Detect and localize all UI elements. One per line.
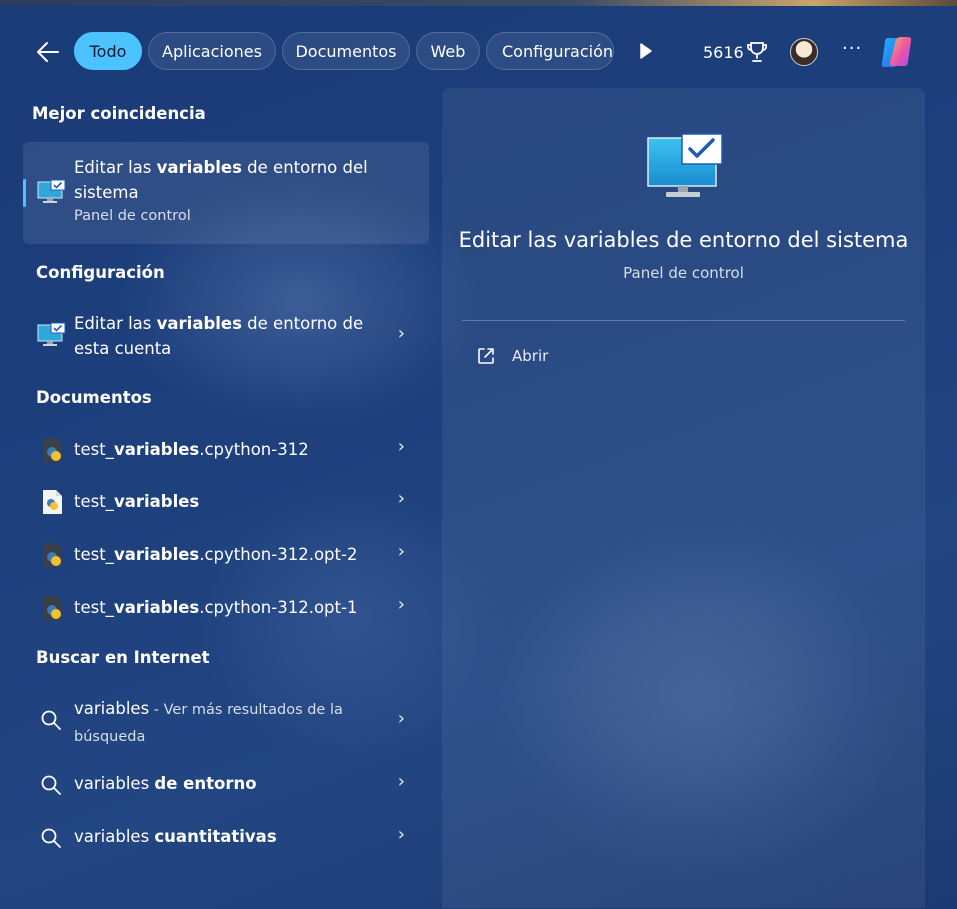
settings-item[interactable]: Editar las variables de entorno de esta … bbox=[23, 310, 429, 362]
section-documentos: Documentos bbox=[36, 388, 152, 407]
chevron-right-icon: › bbox=[397, 824, 405, 845]
chevron-right-icon: › bbox=[397, 541, 405, 562]
chevron-right-icon: › bbox=[397, 771, 405, 792]
document-title: test_variables bbox=[74, 492, 200, 511]
user-avatar[interactable] bbox=[790, 38, 818, 66]
system-properties-icon bbox=[37, 179, 66, 203]
document-item[interactable]: test_variables.cpython-312 › bbox=[23, 436, 429, 464]
search-icon bbox=[41, 710, 61, 730]
wallpaper-strip bbox=[0, 0, 957, 6]
web-search-title: variables cuantitativas bbox=[74, 827, 277, 846]
web-search-item[interactable]: variables cuantitativas › bbox=[23, 824, 429, 852]
web-search-item[interactable]: variables - Ver más resultados de la bús… bbox=[23, 695, 429, 747]
preview-title: Editar las variables de entorno del sist… bbox=[458, 228, 909, 252]
document-title: test_variables.cpython-312 bbox=[74, 440, 309, 459]
web-search-title: variables - Ver más resultados de la bús… bbox=[74, 699, 343, 745]
python-file-icon bbox=[43, 596, 62, 620]
chevron-right-icon: › bbox=[397, 488, 405, 509]
settings-item-title: Editar las variables de entorno de esta … bbox=[74, 314, 364, 358]
scroll-right-icon[interactable] bbox=[636, 42, 654, 60]
web-search-item[interactable]: variables de entorno › bbox=[23, 771, 429, 799]
filter-todo[interactable]: Todo bbox=[74, 32, 142, 70]
document-title: test_variables.cpython-312.opt-1 bbox=[74, 598, 358, 617]
filter-configuracion[interactable]: Configuración bbox=[486, 32, 614, 70]
web-search-title: variables de entorno bbox=[74, 774, 257, 793]
section-buscar-internet: Buscar en Internet bbox=[36, 648, 210, 667]
document-title: test_variables.cpython-312.opt-2 bbox=[74, 545, 358, 564]
chevron-right-icon: › bbox=[397, 708, 405, 729]
system-properties-large-icon bbox=[647, 133, 723, 197]
document-item[interactable]: test_variables.cpython-312.opt-2 › bbox=[23, 541, 429, 569]
divider bbox=[462, 320, 905, 321]
search-icon bbox=[41, 775, 61, 795]
back-arrow-icon[interactable] bbox=[34, 38, 62, 66]
rewards-points[interactable]: 5616 bbox=[703, 43, 744, 62]
open-label: Abrir bbox=[512, 347, 549, 365]
open-action[interactable]: Abrir bbox=[476, 346, 548, 366]
more-options-icon[interactable]: ··· bbox=[842, 38, 862, 59]
python-file-icon bbox=[43, 543, 62, 567]
document-item[interactable]: test_variables › bbox=[23, 488, 429, 516]
best-match-title: Editar las variables de entorno del sist… bbox=[74, 158, 368, 202]
preview-subtitle: Panel de control bbox=[623, 264, 744, 282]
search-icon bbox=[41, 828, 61, 848]
best-match-item[interactable]: Editar las variables de entorno del sist… bbox=[23, 142, 429, 244]
section-configuracion: Configuración bbox=[36, 263, 165, 282]
system-properties-icon bbox=[37, 322, 66, 346]
best-match-subtitle: Panel de control bbox=[74, 208, 191, 224]
copilot-icon[interactable] bbox=[880, 32, 920, 72]
preview-pane: Editar las variables de entorno del sist… bbox=[442, 88, 925, 908]
chevron-right-icon: › bbox=[397, 594, 405, 615]
open-external-icon bbox=[478, 348, 494, 364]
section-best-match: Mejor coincidencia bbox=[32, 104, 206, 123]
chevron-right-icon: › bbox=[397, 436, 405, 457]
trophy-icon[interactable] bbox=[746, 40, 768, 64]
filter-aplicaciones[interactable]: Aplicaciones bbox=[148, 32, 276, 70]
filter-web[interactable]: Web bbox=[416, 32, 480, 70]
filter-documentos[interactable]: Documentos bbox=[282, 32, 410, 70]
python-script-icon bbox=[43, 490, 62, 514]
python-file-icon bbox=[43, 438, 62, 462]
document-item[interactable]: test_variables.cpython-312.opt-1 › bbox=[23, 594, 429, 622]
chevron-right-icon: › bbox=[397, 323, 405, 344]
selection-indicator bbox=[23, 179, 26, 207]
